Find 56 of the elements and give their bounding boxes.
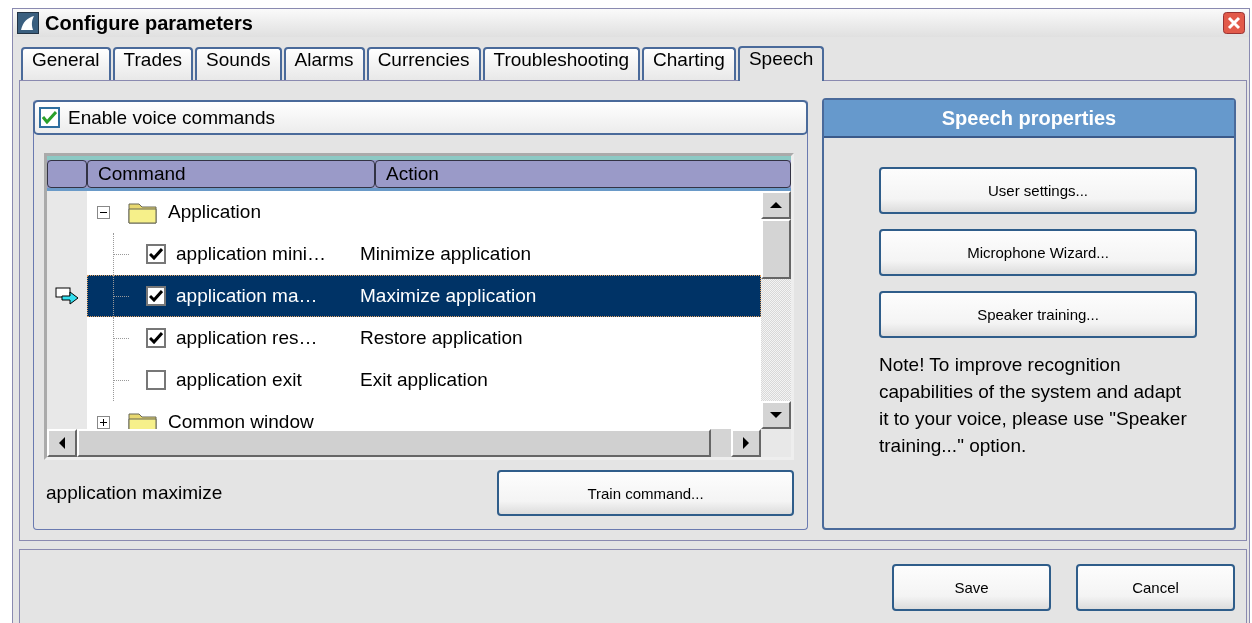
- folder-icon: [128, 410, 158, 429]
- expand-icon[interactable]: [97, 415, 110, 429]
- down-arrow-icon: [770, 411, 782, 419]
- command-cell[interactable]: application res…: [176, 327, 346, 349]
- group-name[interactable]: Common window: [168, 411, 314, 429]
- scroll-down-button[interactable]: [761, 401, 791, 429]
- selected-command-label: application maximize: [46, 482, 223, 504]
- train-command-button[interactable]: Train command...: [497, 470, 794, 516]
- scroll-up-button[interactable]: [761, 191, 791, 219]
- tab[interactable]: Sounds: [195, 47, 282, 80]
- up-arrow-icon: [770, 201, 782, 209]
- window-title: Configure parameters: [45, 11, 253, 35]
- speech-option-button[interactable]: Microphone Wizard...: [879, 229, 1197, 276]
- collapse-icon[interactable]: [97, 205, 110, 219]
- save-button[interactable]: Save: [892, 564, 1051, 611]
- checkbox[interactable]: [39, 107, 60, 128]
- note-text: Note! To improve recognition capabilities of the system and adapt it to your voice, please use "Speaker training..." option.: [879, 353, 1187, 458]
- vertical-scrollbar[interactable]: [761, 191, 791, 429]
- action-cell: Exit application: [360, 369, 488, 391]
- action-cell: Maximize application: [360, 285, 537, 307]
- right-arrow-icon: [742, 437, 750, 449]
- current-row-arrow-icon: [55, 287, 79, 305]
- checkbox[interactable]: [146, 244, 166, 264]
- close-icon[interactable]: [1223, 12, 1245, 34]
- tab[interactable]: Currencies: [366, 47, 481, 80]
- checkbox-label: Enable voice commands: [68, 106, 275, 129]
- scrollbar-corner: [761, 429, 791, 457]
- action-cell: Restore application: [360, 327, 523, 349]
- command-cell[interactable]: application ma…: [176, 285, 346, 307]
- checkbox[interactable]: [146, 370, 166, 390]
- tab[interactable]: Alarms: [283, 47, 365, 80]
- folder-icon: [128, 200, 158, 224]
- scroll-left-button[interactable]: [47, 429, 77, 457]
- scroll-right-button[interactable]: [731, 429, 761, 457]
- enable-voice-commands-checkbox[interactable]: Enable voice commands: [33, 100, 808, 135]
- group-name[interactable]: Application: [168, 201, 261, 223]
- tab[interactable]: Troubleshooting: [482, 47, 641, 80]
- tab[interactable]: General: [21, 47, 111, 80]
- scroll-thumb[interactable]: [761, 219, 791, 279]
- cancel-button[interactable]: Cancel: [1076, 564, 1235, 611]
- checkbox[interactable]: [146, 286, 166, 306]
- speech-option-button[interactable]: Speaker training...: [879, 291, 1197, 338]
- panel-title: Speech properties: [824, 100, 1234, 138]
- tab[interactable]: Trades: [112, 47, 194, 80]
- speech-option-button[interactable]: User settings...: [879, 167, 1197, 214]
- column-header[interactable]: Action: [375, 160, 791, 188]
- tab[interactable]: Speech: [737, 46, 825, 81]
- left-arrow-icon: [58, 437, 66, 449]
- app-icon: [17, 12, 39, 34]
- column-header[interactable]: Command: [87, 160, 375, 188]
- command-cell[interactable]: application mini…: [176, 243, 346, 265]
- checkbox[interactable]: [146, 328, 166, 348]
- command-cell[interactable]: application exit: [176, 369, 346, 391]
- column-header[interactable]: [47, 160, 87, 188]
- tab[interactable]: Charting: [642, 47, 736, 80]
- action-cell: Minimize application: [360, 243, 532, 265]
